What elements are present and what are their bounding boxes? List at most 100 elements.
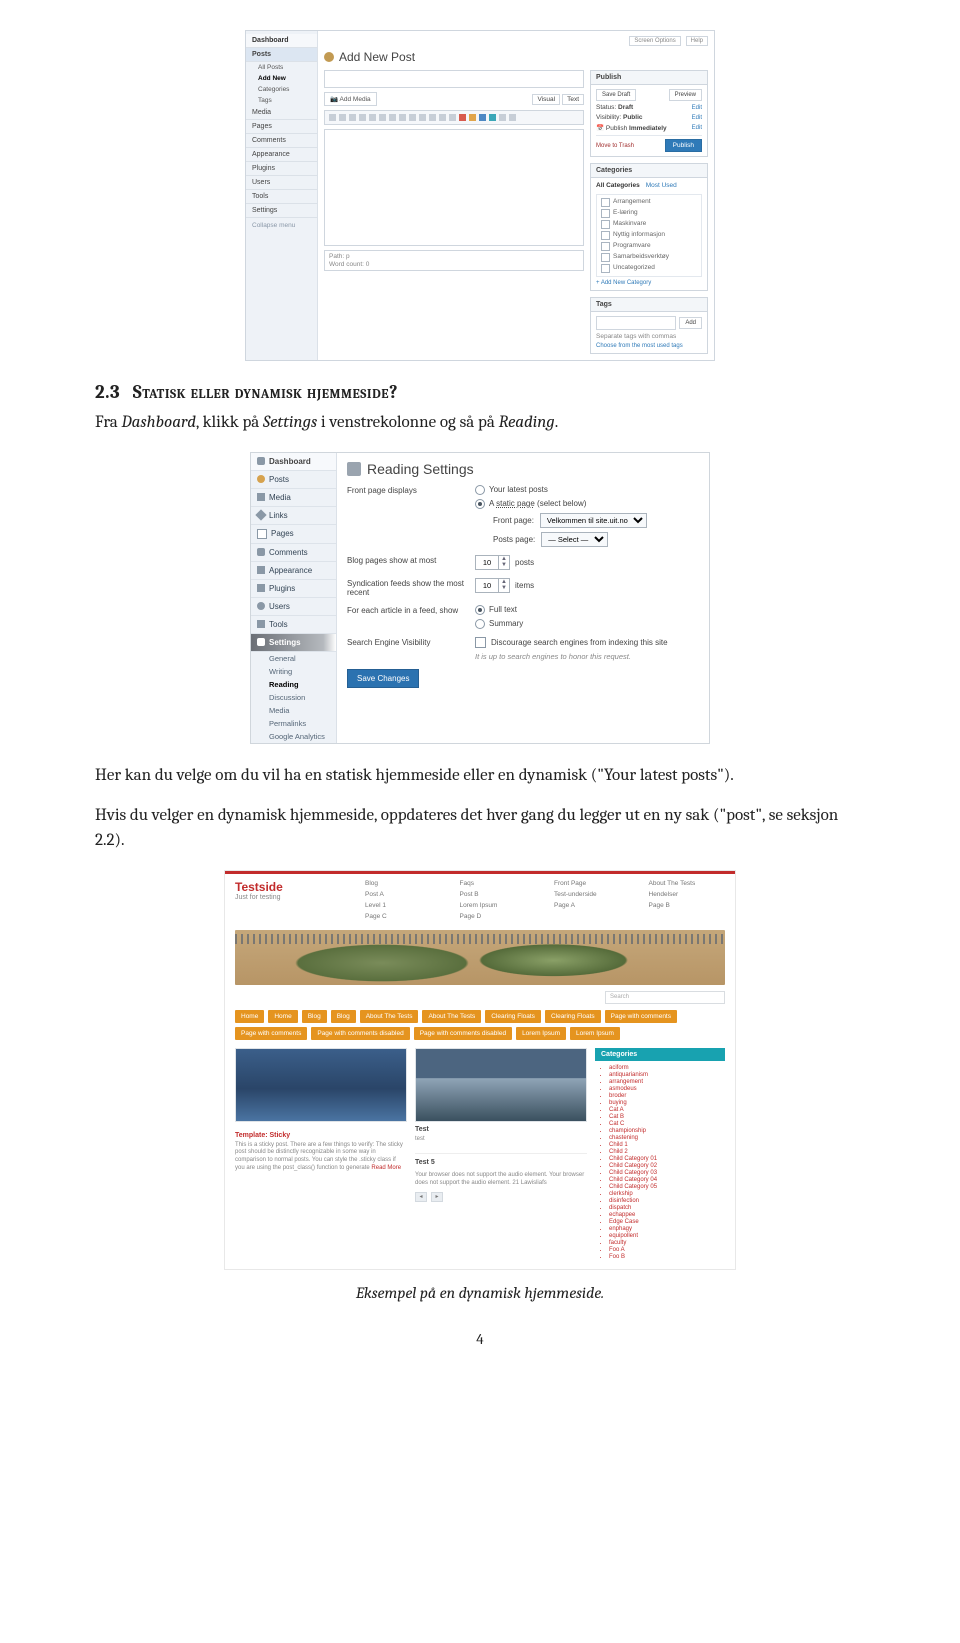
nav-dashboard[interactable]: Dashboard: [251, 453, 336, 471]
nav-settings-media[interactable]: Media: [251, 704, 336, 717]
tab-visual[interactable]: Visual: [532, 94, 560, 105]
category-link[interactable]: arrangement: [609, 1079, 725, 1085]
blog-pages-spin[interactable]: ▲▼: [475, 555, 510, 570]
radio-full-text[interactable]: Full text: [475, 605, 699, 615]
category-link[interactable]: Cat C: [609, 1121, 725, 1127]
category-link[interactable]: faculty: [609, 1240, 725, 1246]
tags-input[interactable]: [596, 316, 676, 330]
tab-most-used[interactable]: Most Used: [646, 182, 677, 189]
category-link[interactable]: Child 1: [609, 1142, 725, 1148]
pill[interactable]: About The Tests: [360, 1010, 419, 1023]
category-link[interactable]: disinfection: [609, 1198, 725, 1204]
pill[interactable]: Page with comments: [235, 1027, 307, 1040]
nav-link[interactable]: Page B: [649, 902, 726, 909]
nav-posts-tags[interactable]: Tags: [246, 95, 317, 106]
nav-link[interactable]: Page A: [554, 902, 631, 909]
posts-page-select[interactable]: — Select —: [541, 532, 608, 547]
edit-visibility-link[interactable]: Edit: [692, 115, 702, 121]
nav-settings-ga[interactable]: Google Analytics: [251, 730, 336, 743]
nav-settings-writing[interactable]: Writing: [251, 665, 336, 678]
nav-link[interactable]: Page D: [460, 913, 537, 920]
screen-options-button[interactable]: Screen Options: [629, 36, 680, 46]
help-button[interactable]: Help: [686, 36, 708, 46]
nav-posts[interactable]: Posts: [251, 471, 336, 489]
radio-static-page[interactable]: A static page (select below): [475, 499, 699, 509]
category-link[interactable]: asmodeus: [609, 1086, 725, 1092]
category-link[interactable]: enphagy: [609, 1226, 725, 1232]
pill[interactable]: Page with comments disabled: [414, 1027, 512, 1040]
nav-appearance[interactable]: Appearance: [246, 148, 317, 162]
publish-button[interactable]: Publish: [665, 139, 702, 152]
pill[interactable]: Lorem Ipsum: [570, 1027, 620, 1040]
nav-media[interactable]: Media: [246, 106, 317, 120]
category-item[interactable]: Samarbeidsverktøy: [601, 253, 697, 262]
add-tag-button[interactable]: Add: [679, 317, 702, 329]
category-link[interactable]: Child Category 03: [609, 1170, 725, 1176]
nav-link[interactable]: Post A: [365, 891, 442, 898]
category-link[interactable]: Child 2: [609, 1149, 725, 1155]
nav-dashboard[interactable]: Dashboard: [246, 34, 317, 48]
read-more-link[interactable]: Read More: [371, 1165, 401, 1171]
nav-media[interactable]: Media: [251, 489, 336, 507]
nav-appearance[interactable]: Appearance: [251, 562, 336, 580]
category-link[interactable]: broder: [609, 1093, 725, 1099]
category-link[interactable]: chastening: [609, 1135, 725, 1141]
category-link[interactable]: clerkship: [609, 1191, 725, 1197]
nav-pages[interactable]: Pages: [246, 120, 317, 134]
nav-comments[interactable]: Comments: [251, 544, 336, 562]
pill[interactable]: Page with comments disabled: [311, 1027, 409, 1040]
tab-all-categories[interactable]: All Categories: [596, 182, 640, 189]
pill[interactable]: Home: [268, 1010, 297, 1023]
category-link[interactable]: equipollent: [609, 1233, 725, 1239]
category-link[interactable]: Child Category 01: [609, 1156, 725, 1162]
move-to-trash-link[interactable]: Move to Trash: [596, 143, 634, 149]
nav-posts-all[interactable]: All Posts: [246, 62, 317, 73]
category-link[interactable]: championship: [609, 1128, 725, 1134]
nav-settings-reading[interactable]: Reading: [251, 678, 336, 691]
nav-links[interactable]: Links: [251, 507, 336, 525]
site-brand[interactable]: Testside: [235, 880, 345, 894]
choose-tags-link[interactable]: Choose from the most used tags: [596, 343, 702, 349]
editor-toolbar[interactable]: [324, 110, 584, 125]
save-draft-button[interactable]: Save Draft: [596, 89, 636, 101]
nav-collapse[interactable]: Collapse menu: [246, 218, 317, 233]
category-item[interactable]: Arrangement: [601, 198, 697, 207]
pill[interactable]: Page with comments: [605, 1010, 677, 1023]
pill[interactable]: Home: [235, 1010, 264, 1023]
category-link[interactable]: Edge Case: [609, 1219, 725, 1225]
pill[interactable]: Blog: [331, 1010, 356, 1023]
category-link[interactable]: Cat A: [609, 1107, 725, 1113]
category-link[interactable]: antiquarianism: [609, 1072, 725, 1078]
category-link[interactable]: aciform: [609, 1065, 725, 1071]
nav-tools[interactable]: Tools: [246, 190, 317, 204]
nav-link[interactable]: About The Tests: [649, 880, 726, 887]
save-changes-button[interactable]: Save Changes: [347, 669, 419, 688]
nav-settings[interactable]: Settings: [246, 204, 317, 218]
next-button[interactable]: ▸: [431, 1192, 443, 1202]
post-content-editor[interactable]: [324, 129, 584, 246]
nav-settings[interactable]: Settings: [251, 634, 336, 652]
nav-settings-discussion[interactable]: Discussion: [251, 691, 336, 704]
category-item[interactable]: E-læring: [601, 209, 697, 218]
add-media-button[interactable]: 📷 Add Media: [324, 92, 377, 106]
nav-settings-permalinks[interactable]: Permalinks: [251, 717, 336, 730]
nav-link[interactable]: Page C: [365, 913, 442, 920]
nav-plugins[interactable]: Plugins: [251, 580, 336, 598]
category-item[interactable]: Maskinvare: [601, 220, 697, 229]
nav-posts-categories[interactable]: Categories: [246, 84, 317, 95]
front-page-select[interactable]: Velkommen til site.uit.no: [540, 513, 647, 528]
category-link[interactable]: Foo A: [609, 1247, 725, 1253]
edit-publish-link[interactable]: Edit: [692, 125, 702, 131]
nav-comments[interactable]: Comments: [246, 134, 317, 148]
nav-users[interactable]: Users: [246, 176, 317, 190]
nav-users[interactable]: Users: [251, 598, 336, 616]
nav-link[interactable]: Front Page: [554, 880, 631, 887]
nav-link[interactable]: Post B: [460, 891, 537, 898]
category-link[interactable]: Cat B: [609, 1114, 725, 1120]
nav-tools[interactable]: Tools: [251, 616, 336, 634]
search-input[interactable]: Search: [605, 991, 725, 1004]
category-link[interactable]: echappee: [609, 1212, 725, 1218]
preview-button[interactable]: Preview: [669, 89, 702, 101]
post-title-input[interactable]: [324, 70, 584, 88]
pill[interactable]: Clearing Floats: [485, 1010, 541, 1023]
